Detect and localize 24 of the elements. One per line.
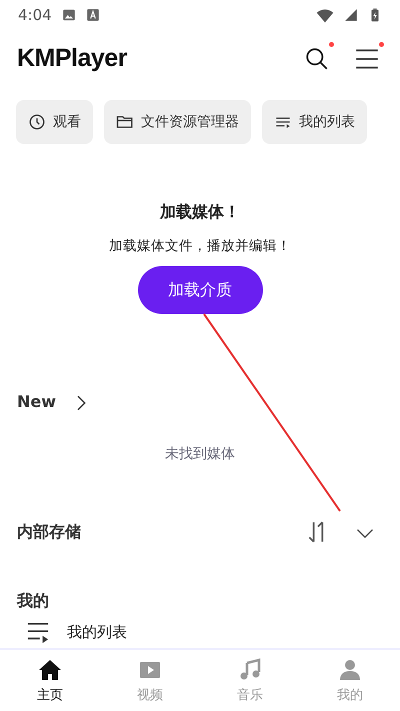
signal-icon: [344, 8, 358, 22]
playlist-icon: [25, 622, 51, 644]
list-item[interactable]: 我的列表: [67, 621, 127, 644]
empty-title: 加载媒体！: [158, 202, 241, 222]
shortcut-chip[interactable]: 我的列表: [262, 100, 367, 144]
nav-tab[interactable]: 主页: [0, 650, 100, 711]
shortcut-chip[interactable]: 文件资源管理器: [104, 100, 251, 144]
folder-icon: [116, 113, 134, 131]
app-logo: KMPlayer: [17, 43, 127, 74]
empty-subtitle: 加载媒体文件，播放并编辑！: [108, 237, 292, 256]
section-title: New: [17, 391, 56, 414]
person-icon: [338, 658, 362, 682]
image-icon: [62, 8, 76, 22]
home-icon: [38, 658, 62, 682]
section-title: 内部存储: [17, 521, 81, 544]
text-icon: [86, 8, 100, 22]
clock-icon: [28, 113, 46, 131]
empty-message: 未找到媒体: [164, 445, 236, 464]
shortcut-chip[interactable]: 观看: [16, 100, 93, 144]
music-note-icon: [238, 658, 262, 682]
load-media-button[interactable]: 加载介质: [138, 266, 262, 314]
status-time: 4:04: [18, 4, 52, 26]
search-icon: [304, 46, 330, 72]
section-title: 我的: [17, 590, 49, 612]
